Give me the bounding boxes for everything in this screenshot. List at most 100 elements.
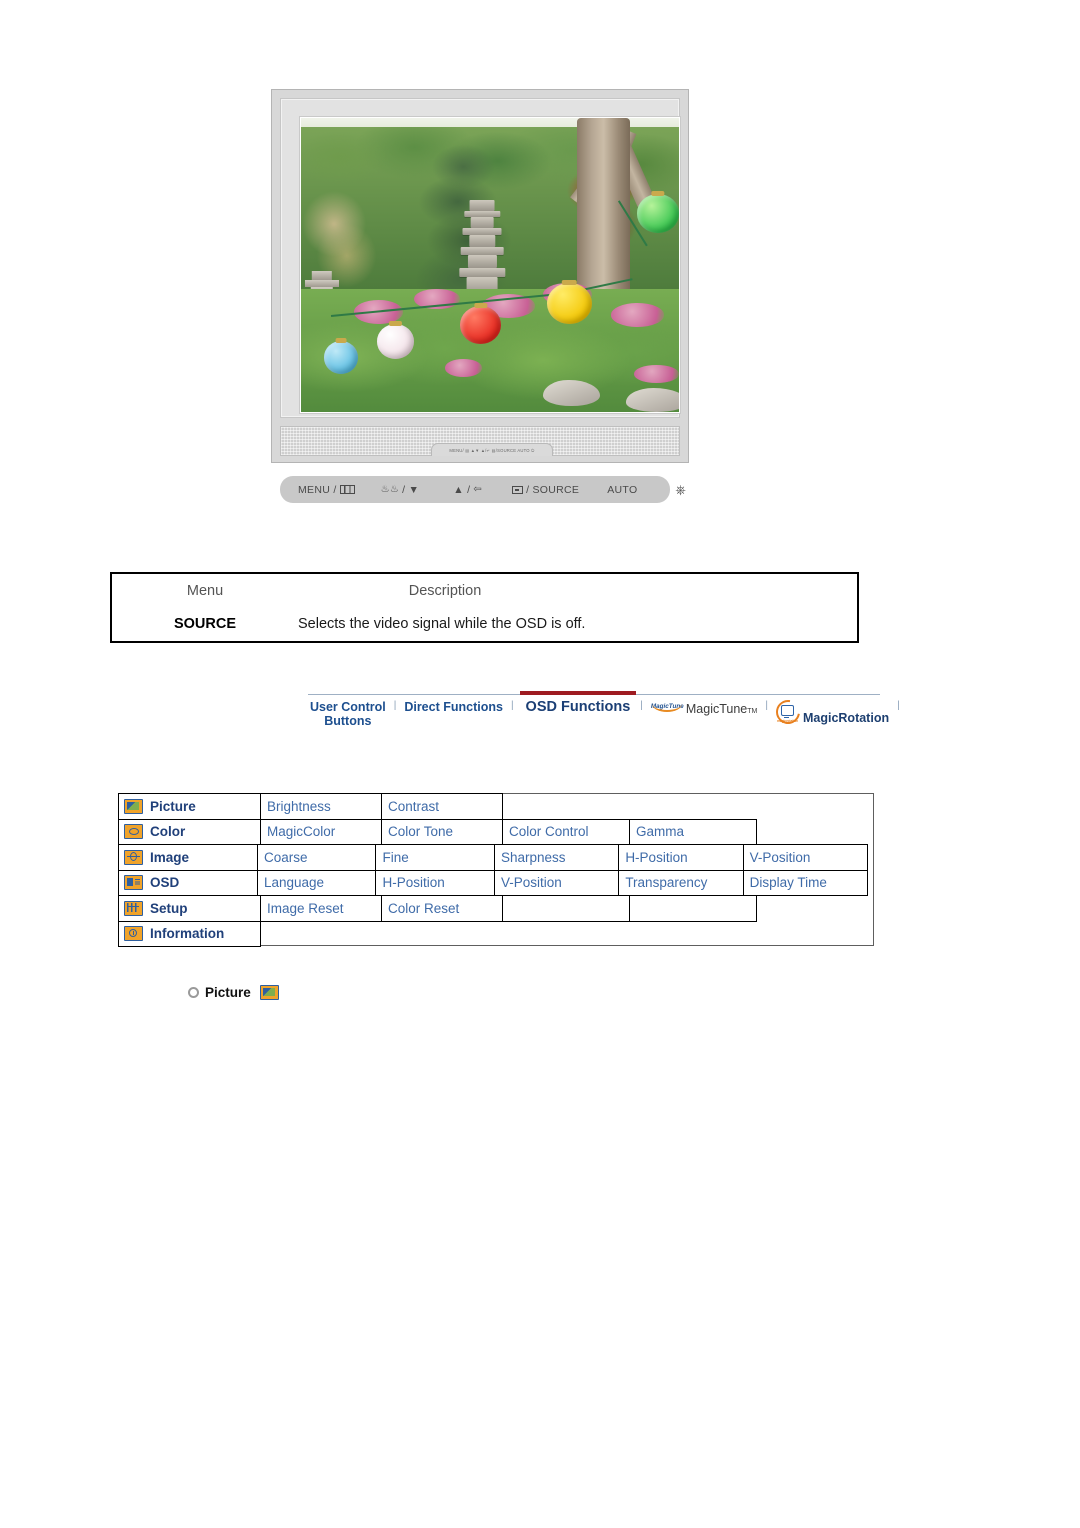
osd-item-coarse[interactable]: Coarse: [257, 844, 377, 871]
nav-separator: |: [510, 700, 514, 711]
monitor-bezel: [280, 98, 680, 418]
auto-button-label: AUTO: [607, 483, 638, 496]
lantern-green: [637, 194, 679, 233]
up-enter-label: ▲ /: [453, 483, 471, 496]
osd-item-h-position[interactable]: H-Position: [375, 869, 495, 896]
osd-category-label: Setup: [150, 900, 188, 916]
osd-item-color-tone[interactable]: Color Tone: [381, 818, 503, 845]
osd-category-setup[interactable]: Setup: [118, 895, 261, 922]
osd-item-magiccolor[interactable]: MagicColor: [260, 818, 382, 845]
magicbright-down-button[interactable]: ♨♨ / ▼: [381, 484, 420, 496]
lantern-yellow: [546, 282, 593, 324]
menu-button[interactable]: MENU /: [298, 484, 355, 496]
osd-item-empty: [502, 895, 630, 922]
nav-osd-functions[interactable]: OSD Functions: [519, 691, 637, 716]
osd-item-brightness[interactable]: Brightness: [260, 793, 382, 820]
menu-column-header: Menu: [186, 582, 224, 599]
osd-item-color-reset[interactable]: Color Reset: [381, 895, 503, 922]
osd-category-picture[interactable]: Picture: [118, 793, 261, 820]
menu-button-label: MENU /: [298, 483, 337, 496]
setup-icon: [124, 900, 143, 916]
nav-separator: |: [897, 700, 900, 711]
osd-category-information[interactable]: Information: [118, 920, 261, 947]
osd-category-label: Color: [150, 824, 186, 840]
picture-icon: [124, 798, 143, 814]
osd-category-osd[interactable]: OSD: [118, 869, 258, 896]
nav-direct-functions[interactable]: Direct Functions: [402, 700, 505, 714]
osd-item-sharpness[interactable]: Sharpness: [493, 844, 620, 871]
osd-category-label: Image: [150, 849, 190, 865]
source-button[interactable]: / SOURCE: [512, 484, 579, 496]
osd-category-color[interactable]: Color: [118, 818, 261, 845]
osd-item-contrast[interactable]: Contrast: [381, 793, 503, 820]
osd-item-empty: [629, 895, 757, 922]
lantern-blue: [323, 341, 358, 374]
source-box-icon: [512, 485, 524, 494]
nav-separator: |: [640, 700, 643, 711]
nav-magictune-label: MagicTune: [685, 702, 748, 716]
osd-empty-cell: [502, 793, 873, 820]
section-nav-bar: User Control Buttons | Direct Functions …: [308, 691, 900, 738]
nav-magicrotation[interactable]: magicrotation MagicRotation: [771, 695, 891, 729]
nav-user-control-buttons[interactable]: User Control Buttons: [308, 700, 388, 729]
monitor-base-panel: MENU/ ▤ ▲▼ ▲/↵ ▤/SOURCE AUTO ⏻: [280, 426, 680, 456]
control-button-strip: MENU / ♨♨ / ▼ ▲ / ⇦ / SOURCE AUTO ⎈: [280, 476, 686, 503]
osd-category-label: Picture: [150, 798, 196, 814]
osd-item-v-position[interactable]: V-Position: [493, 869, 620, 896]
table-row: Picture Brightness Contrast: [118, 793, 873, 820]
monitor-illustration: MENU/ ▤ ▲▼ ▲/↵ ▤/SOURCE AUTO ⏻: [271, 89, 689, 463]
osd-item-fine[interactable]: Fine: [375, 844, 495, 871]
nav-magictune[interactable]: MagicTune MagicTune TM: [649, 700, 759, 716]
menu-name-source: SOURCE: [173, 616, 237, 633]
lantern-white: [376, 323, 415, 360]
nav-magicrotation-label: MagicRotation: [802, 711, 890, 725]
osd-item-h-position[interactable]: H-Position: [618, 844, 744, 871]
monitor-base-button-strip: MENU/ ▤ ▲▼ ▲/↵ ▤/SOURCE AUTO ⏻: [431, 443, 553, 456]
nav-separator: |: [393, 700, 397, 711]
osd-empty-cell: [867, 844, 873, 871]
nav-user-control-line2: Buttons: [324, 714, 372, 729]
table-row: Image Coarse Fine Sharpness H-Position V…: [118, 844, 873, 871]
osd-item-v-position[interactable]: V-Position: [742, 844, 868, 871]
osd-functions-table: Picture Brightness Contrast Color MagicC…: [118, 793, 874, 947]
power-button[interactable]: ⎈: [675, 483, 686, 496]
menu-description-table: Menu Description SOURCE Selects the vide…: [110, 572, 859, 643]
garden-photo: [301, 118, 679, 412]
color-icon: [124, 824, 143, 840]
magicbright-down-label: / ▼: [402, 483, 420, 496]
information-icon: [124, 926, 143, 942]
osd-item-gamma[interactable]: Gamma: [629, 818, 757, 845]
osd-category-label: OSD: [150, 875, 180, 891]
auto-button[interactable]: AUTO: [607, 484, 637, 496]
menu-bars-icon: [339, 485, 355, 494]
osd-item-display-time[interactable]: Display Time: [742, 869, 868, 896]
table-row: SOURCE Selects the video signal while th…: [112, 608, 857, 642]
section-heading-label: Picture: [205, 985, 251, 1000]
table-row: Information: [118, 920, 873, 947]
osd-item-image-reset[interactable]: Image Reset: [260, 895, 382, 922]
osd-category-label: Information: [150, 926, 225, 942]
osd-category-image[interactable]: Image: [118, 844, 258, 871]
table-header-row: Menu Description: [112, 574, 857, 608]
table-row: Color MagicColor Color Tone Color Contro…: [118, 818, 873, 846]
osd-empty-cell: [756, 895, 873, 922]
up-enter-button[interactable]: ▲ / ⇦: [453, 484, 482, 496]
table-row: OSD Language H-Position V-Position Trans…: [118, 869, 873, 897]
monitor-screen: [301, 118, 679, 412]
osd-item-transparency[interactable]: Transparency: [618, 869, 744, 896]
source-button-label: / SOURCE: [526, 483, 580, 496]
osd-icon: [124, 875, 143, 891]
picture-icon: [259, 985, 279, 1000]
nav-user-control-line1: User Control: [310, 700, 386, 714]
menu-description-source: Selects the video signal while the OSD i…: [298, 616, 586, 633]
nav-separator: |: [765, 700, 768, 711]
osd-empty-cell: [867, 870, 873, 897]
osd-empty-cell: [756, 819, 873, 846]
section-heading-picture: Picture: [188, 985, 279, 1000]
osd-item-language[interactable]: Language: [257, 869, 377, 896]
magicrotation-logo-icon: magicrotation: [771, 695, 805, 729]
image-icon: [124, 849, 143, 865]
magic-bright-icon: ♨♨: [380, 483, 400, 495]
table-row: Setup Image Reset Color Reset: [118, 895, 873, 922]
osd-item-color-control[interactable]: Color Control: [502, 818, 630, 845]
